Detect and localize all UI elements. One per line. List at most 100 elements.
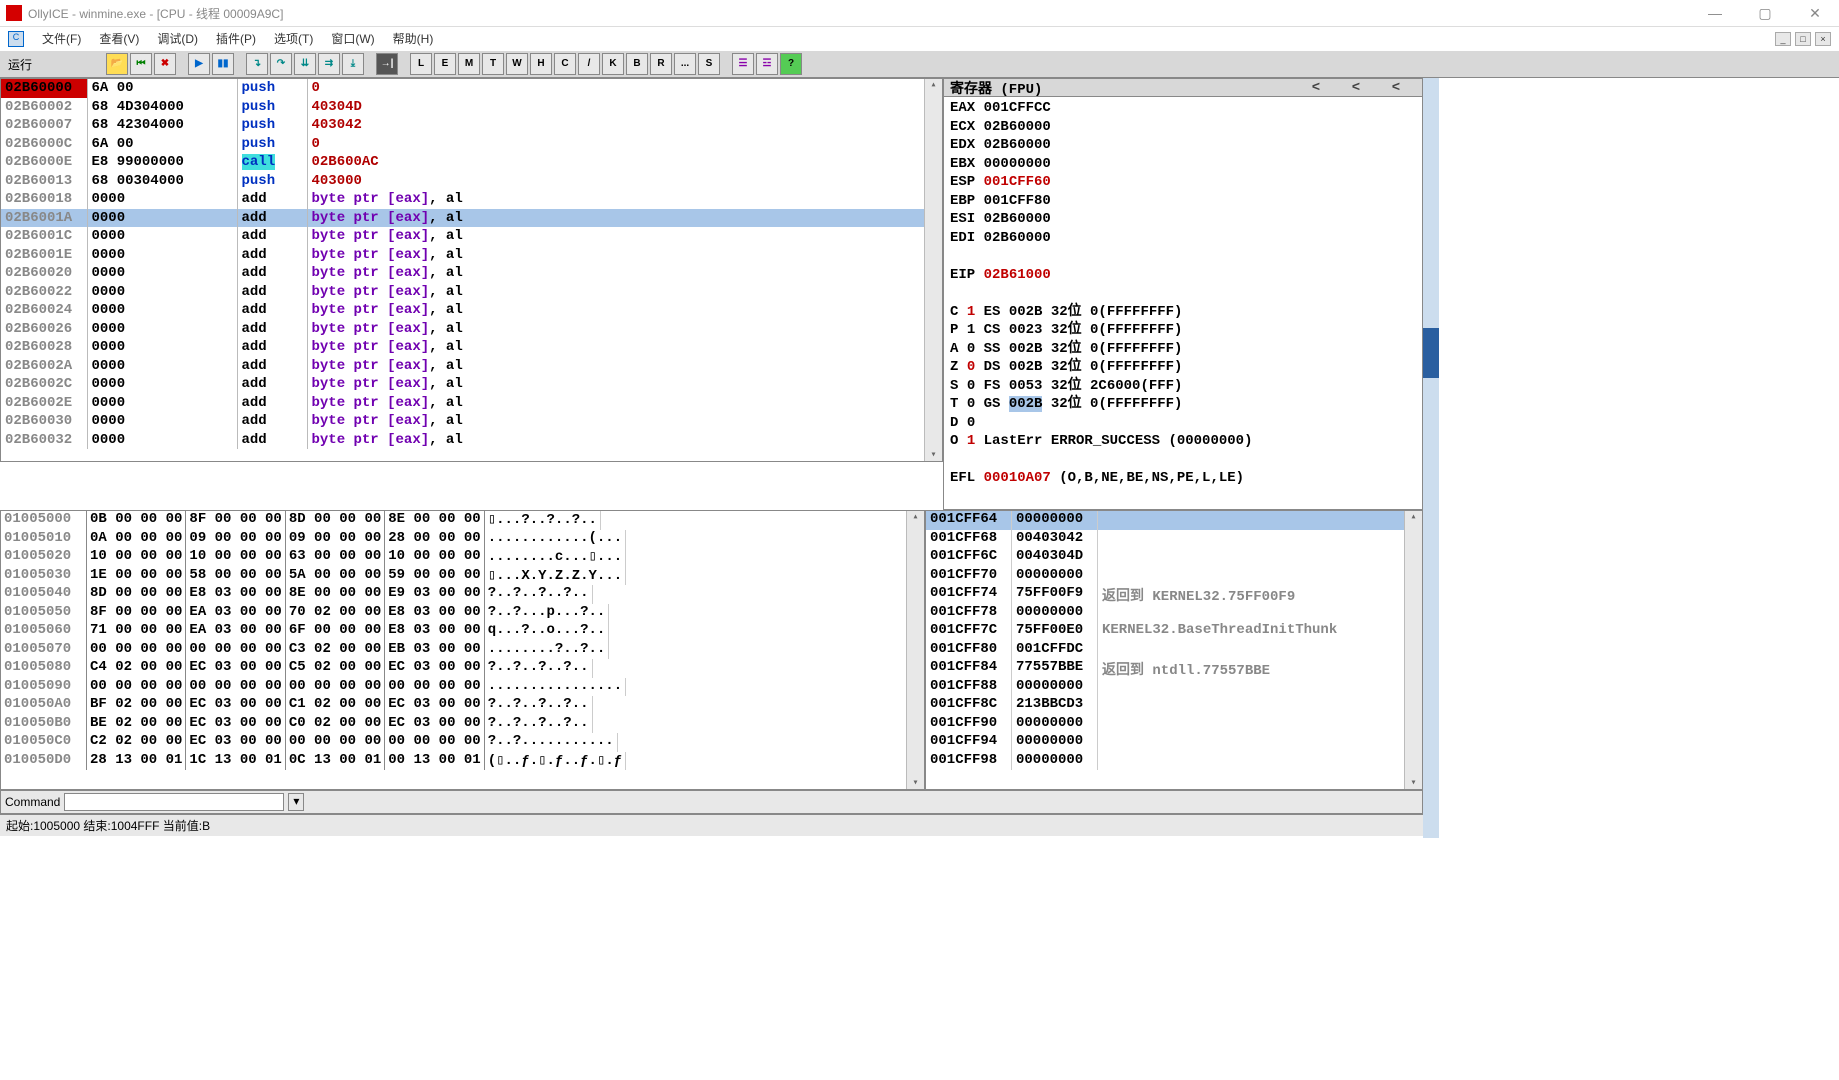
- window-...-button[interactable]: ...: [674, 53, 696, 75]
- disasm-row[interactable]: 02B60022 0000 add byte ptr [eax], al: [1, 283, 942, 302]
- dump-row[interactable]: 01005020 10 00 00 00 10 00 00 00 63 00 0…: [1, 548, 924, 567]
- menu-item[interactable]: 文件(F): [42, 30, 81, 47]
- dump-row[interactable]: 01005060 71 00 00 00 EA 03 00 00 6F 00 0…: [1, 622, 924, 641]
- eip-row[interactable]: EIP 02B61000: [950, 266, 1416, 285]
- mdi-close-button[interactable]: ×: [1815, 32, 1831, 46]
- register-row[interactable]: EAX 001CFFCC: [950, 99, 1416, 118]
- window-c-button[interactable]: C: [554, 53, 576, 75]
- reg-prev3-icon[interactable]: <: [1376, 80, 1416, 96]
- opt1-button[interactable]: ☰: [732, 53, 754, 75]
- stack-row[interactable]: 001CFF6C 0040304D: [926, 548, 1422, 567]
- disasm-scrollbar[interactable]: [924, 79, 942, 461]
- stack-row[interactable]: 001CFF8C 213BBCD3: [926, 696, 1422, 715]
- stack-row[interactable]: 001CFF90 00000000: [926, 715, 1422, 734]
- stack-row[interactable]: 001CFF64 00000000: [926, 511, 1422, 530]
- dump-row[interactable]: 01005080 C4 02 00 00 EC 03 00 00 C5 02 0…: [1, 659, 924, 678]
- minimize-button[interactable]: —: [1697, 5, 1733, 22]
- disasm-row[interactable]: 02B6001A 0000 add byte ptr [eax], al: [1, 209, 942, 228]
- dump-scrollbar[interactable]: [906, 511, 924, 789]
- disasm-row[interactable]: 02B60020 0000 add byte ptr [eax], al: [1, 264, 942, 283]
- flag-row[interactable]: P 1 CS 0023 32位 0(FFFFFFFF): [950, 321, 1416, 340]
- flag-row[interactable]: C 1 ES 002B 32位 0(FFFFFFFF): [950, 303, 1416, 322]
- dump-row[interactable]: 010050D0 28 13 00 01 1C 13 00 01 0C 13 0…: [1, 752, 924, 771]
- stack-row[interactable]: 001CFF68 00403042: [926, 530, 1422, 549]
- window-h-button[interactable]: H: [530, 53, 552, 75]
- help-button[interactable]: ?: [780, 53, 802, 75]
- register-row[interactable]: ESI 02B60000: [950, 210, 1416, 229]
- disasm-row[interactable]: 02B60032 0000 add byte ptr [eax], al: [1, 431, 942, 450]
- maximize-button[interactable]: ▢: [1747, 5, 1783, 22]
- menu-item[interactable]: 插件(P): [216, 30, 256, 47]
- disasm-row[interactable]: 02B6002C 0000 add byte ptr [eax], al: [1, 375, 942, 394]
- dump-row[interactable]: 01005070 00 00 00 00 00 00 00 00 C3 02 0…: [1, 641, 924, 660]
- window-t-button[interactable]: T: [482, 53, 504, 75]
- trace-over-button[interactable]: ⇉: [318, 53, 340, 75]
- menu-item[interactable]: 选项(T): [274, 30, 313, 47]
- stack-row[interactable]: 001CFF7C 75FF00E0 KERNEL32.BaseThreadIni…: [926, 622, 1422, 641]
- flag-row[interactable]: T 0 GS 002B 32位 0(FFFFFFFF): [950, 395, 1416, 414]
- window-r-button[interactable]: R: [650, 53, 672, 75]
- register-pane[interactable]: 寄存器 (FPU) < < < EAX 001CFFCCECX 02B60000…: [943, 78, 1423, 510]
- step-over-button[interactable]: ↷: [270, 53, 292, 75]
- mdi-max-button[interactable]: □: [1795, 32, 1811, 46]
- menu-item[interactable]: 窗口(W): [331, 30, 374, 47]
- execute-till-button[interactable]: ⤓: [342, 53, 364, 75]
- dump-row[interactable]: 01005000 0B 00 00 00 8F 00 00 00 8D 00 0…: [1, 511, 924, 530]
- disasm-row[interactable]: 02B6000C 6A 00 push 0: [1, 135, 942, 154]
- window-m-button[interactable]: M: [458, 53, 480, 75]
- disasm-row[interactable]: 02B60024 0000 add byte ptr [eax], al: [1, 301, 942, 320]
- reg-prev2-icon[interactable]: <: [1336, 80, 1376, 96]
- window-b-button[interactable]: B: [626, 53, 648, 75]
- disasm-pane[interactable]: 02B60000 6A 00 push 0 02B60002 68 4D3040…: [0, 78, 943, 462]
- dump-row[interactable]: 01005090 00 00 00 00 00 00 00 00 00 00 0…: [1, 678, 924, 697]
- flag-row[interactable]: A 0 SS 002B 32位 0(FFFFFFFF): [950, 340, 1416, 359]
- dump-row[interactable]: 01005040 8D 00 00 00 E8 03 00 00 8E 00 0…: [1, 585, 924, 604]
- disasm-row[interactable]: 02B60028 0000 add byte ptr [eax], al: [1, 338, 942, 357]
- dump-row[interactable]: 010050C0 C2 02 00 00 EC 03 00 00 00 00 0…: [1, 733, 924, 752]
- disasm-row[interactable]: 02B60018 0000 add byte ptr [eax], al: [1, 190, 942, 209]
- efl-row[interactable]: EFL 00010A07 (O,B,NE,BE,NS,PE,L,LE): [950, 469, 1416, 488]
- window-k-button[interactable]: K: [602, 53, 624, 75]
- goto-button[interactable]: →|: [376, 53, 398, 75]
- minimap[interactable]: [1423, 78, 1439, 838]
- flag-row[interactable]: D 0: [950, 414, 1416, 433]
- disasm-row[interactable]: 02B60000 6A 00 push 0: [1, 79, 942, 98]
- stack-row[interactable]: 001CFF80 001CFFDC: [926, 641, 1422, 660]
- disasm-row[interactable]: 02B6000E E8 99000000 call 02B600AC: [1, 153, 942, 172]
- window-l-button[interactable]: L: [410, 53, 432, 75]
- disasm-row[interactable]: 02B60013 68 00304000 push 403000: [1, 172, 942, 191]
- mdi-min-button[interactable]: _: [1775, 32, 1791, 46]
- stack-pane[interactable]: 001CFF64 00000000 001CFF68 00403042 001C…: [925, 510, 1423, 790]
- dump-row[interactable]: 01005050 8F 00 00 00 EA 03 00 00 70 02 0…: [1, 604, 924, 623]
- window-/-button[interactable]: /: [578, 53, 600, 75]
- register-row[interactable]: ESP 001CFF60: [950, 173, 1416, 192]
- register-row[interactable]: EBX 00000000: [950, 155, 1416, 174]
- disasm-row[interactable]: 02B60002 68 4D304000 push 40304D: [1, 98, 942, 117]
- register-row[interactable]: ECX 02B60000: [950, 118, 1416, 137]
- stack-scrollbar[interactable]: [1404, 511, 1422, 789]
- stop-button[interactable]: ✖: [154, 53, 176, 75]
- trace-into-button[interactable]: ⇊: [294, 53, 316, 75]
- window-e-button[interactable]: E: [434, 53, 456, 75]
- command-input[interactable]: [64, 793, 284, 811]
- dump-row[interactable]: 010050A0 BF 02 00 00 EC 03 00 00 C1 02 0…: [1, 696, 924, 715]
- stack-row[interactable]: 001CFF94 00000000: [926, 733, 1422, 752]
- menu-item[interactable]: 查看(V): [99, 30, 139, 47]
- stack-row[interactable]: 001CFF78 00000000: [926, 604, 1422, 623]
- restart-button[interactable]: ⏮: [130, 53, 152, 75]
- menu-item[interactable]: 帮助(H): [393, 30, 434, 47]
- flag-row[interactable]: S 0 FS 0053 32位 2C6000(FFF): [950, 377, 1416, 396]
- step-into-button[interactable]: ↴: [246, 53, 268, 75]
- open-button[interactable]: 📂: [106, 53, 128, 75]
- run-button[interactable]: ▶: [188, 53, 210, 75]
- stack-row[interactable]: 001CFF74 75FF00F9 返回到 KERNEL32.75FF00F9: [926, 585, 1422, 604]
- pause-button[interactable]: ▮▮: [212, 53, 234, 75]
- menu-item[interactable]: 调试(D): [157, 30, 198, 47]
- disasm-row[interactable]: 02B60030 0000 add byte ptr [eax], al: [1, 412, 942, 431]
- register-row[interactable]: EBP 001CFF80: [950, 192, 1416, 211]
- command-dropdown-icon[interactable]: ▾: [288, 793, 304, 811]
- hexdump-pane[interactable]: 01005000 0B 00 00 00 8F 00 00 00 8D 00 0…: [0, 510, 925, 790]
- stack-row[interactable]: 001CFF84 77557BBE 返回到 ntdll.77557BBE: [926, 659, 1422, 678]
- disasm-row[interactable]: 02B60026 0000 add byte ptr [eax], al: [1, 320, 942, 339]
- disasm-row[interactable]: 02B6002A 0000 add byte ptr [eax], al: [1, 357, 942, 376]
